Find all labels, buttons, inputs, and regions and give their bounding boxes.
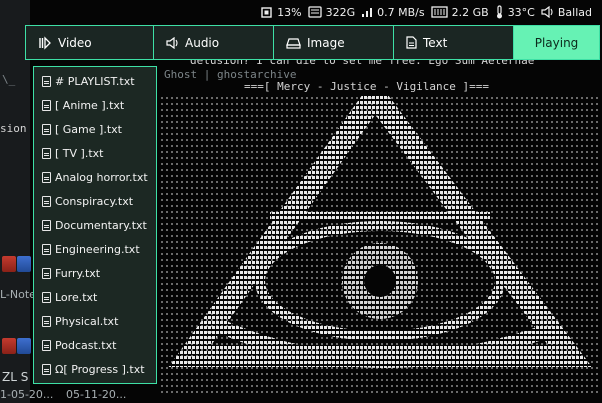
cpu-value: 13%: [277, 5, 302, 19]
tab-playing-label: Playing: [534, 35, 579, 50]
thermometer-icon: [496, 5, 502, 19]
file-icon: [42, 147, 51, 159]
archive-icon[interactable]: [17, 256, 31, 272]
terminal-prompt: \_: [2, 73, 16, 86]
list-item[interactable]: Lore.txt: [34, 285, 156, 309]
file-icon: [42, 315, 51, 327]
archive-icon[interactable]: [17, 338, 31, 354]
temperature-value: 33°C: [507, 5, 535, 19]
list-item-label: Lore.txt: [55, 290, 98, 304]
ascii-art-eye-pyramid: [160, 96, 600, 396]
file-icon: [42, 267, 51, 279]
speaker-icon: [541, 6, 553, 18]
file-icon: [42, 219, 51, 231]
list-item-label: Physical.txt: [55, 314, 119, 328]
list-item[interactable]: # PLAYLIST.txt: [34, 69, 156, 93]
file-icon: [42, 123, 51, 135]
memory-icon: [430, 6, 448, 18]
desktop-label-1: L-Note: [0, 288, 36, 301]
file-icon: [42, 75, 51, 87]
list-item[interactable]: Conspiracy.txt: [34, 189, 156, 213]
tab-video-label: Video: [58, 35, 92, 50]
desktop-label-2: ZL S: [2, 370, 29, 384]
network-value: 0.7 MB/s: [377, 5, 425, 19]
drive-icon: [286, 37, 301, 49]
archive-icon[interactable]: [2, 256, 16, 272]
desktop-date-2: 05-11-20...: [66, 388, 127, 401]
list-item-label: Documentary.txt: [55, 218, 147, 232]
list-item-label: Podcast.txt: [55, 338, 117, 352]
tab-video[interactable]: Video: [26, 26, 154, 59]
network-status: 0.7 MB/s: [361, 5, 425, 19]
list-item-label: [ Anime ].txt: [55, 98, 125, 112]
file-icon: [42, 363, 51, 375]
file-icon: [42, 99, 51, 111]
tab-image-label: Image: [307, 35, 345, 50]
now-playing-status[interactable]: Ballad: [541, 6, 592, 19]
file-icon: [42, 171, 51, 183]
media-menu-bar: Video Audio Image Text Playing: [25, 25, 600, 60]
file-icon: [42, 195, 51, 207]
video-icon: [39, 35, 51, 50]
list-item[interactable]: Documentary.txt: [34, 213, 156, 237]
cpu-status: 13%: [260, 5, 302, 19]
file-icon: [42, 243, 51, 255]
tab-text-label: Text: [423, 35, 448, 50]
terminal-side-text-1: sion: [0, 122, 27, 135]
list-item[interactable]: Engineering.txt: [34, 237, 156, 261]
tab-audio-label: Audio: [185, 35, 220, 50]
track-name: Ballad: [557, 5, 592, 19]
tab-image[interactable]: Image: [274, 26, 394, 59]
list-item[interactable]: Podcast.txt: [34, 333, 156, 357]
archive-icon[interactable]: [2, 338, 16, 354]
terminal-line-3: ===[ Mercy - Justice - Vigilance ]===: [244, 80, 490, 93]
list-item-label: # PLAYLIST.txt: [55, 74, 135, 88]
memory-value: 2.2 GB: [451, 5, 489, 19]
list-item-label: Furry.txt: [55, 266, 101, 280]
tab-playing[interactable]: Playing: [514, 26, 599, 59]
list-item-label: Analog horror.txt: [55, 170, 148, 184]
list-item[interactable]: Physical.txt: [34, 309, 156, 333]
text-file-dropdown: # PLAYLIST.txt [ Anime ].txt [ Game ].tx…: [33, 66, 157, 384]
list-item-label: Engineering.txt: [55, 242, 140, 256]
list-item-label: Conspiracy.txt: [55, 194, 134, 208]
disk-value: 322G: [325, 5, 356, 19]
list-item-label: [ TV ].txt: [55, 146, 104, 160]
cpu-icon: [261, 6, 272, 18]
document-icon: [406, 36, 417, 49]
list-item[interactable]: [ TV ].txt: [34, 141, 156, 165]
disk-status: 322G: [307, 5, 356, 19]
file-icon: [42, 339, 51, 351]
list-item[interactable]: Analog horror.txt: [34, 165, 156, 189]
status-bar: 13% 322G 0.7 MB/s 2.2 GB 33°C Ballad: [260, 0, 602, 24]
desktop-date-1: 1-05-20...: [0, 388, 54, 401]
list-item-label: Ω[ Progress ].txt: [55, 362, 145, 376]
network-icon: [362, 8, 373, 17]
list-item-label: [ Game ].txt: [55, 122, 122, 136]
speaker-icon: [166, 36, 178, 49]
tab-text[interactable]: Text: [394, 26, 514, 59]
tab-audio[interactable]: Audio: [154, 26, 274, 59]
list-item[interactable]: Furry.txt: [34, 261, 156, 285]
list-item[interactable]: Ω[ Progress ].txt: [34, 357, 156, 381]
memory-status: 2.2 GB: [430, 5, 489, 19]
temperature-status: 33°C: [495, 5, 535, 19]
file-icon: [42, 291, 51, 303]
disk-icon: [307, 6, 322, 18]
list-item[interactable]: [ Game ].txt: [34, 117, 156, 141]
list-item[interactable]: [ Anime ].txt: [34, 93, 156, 117]
